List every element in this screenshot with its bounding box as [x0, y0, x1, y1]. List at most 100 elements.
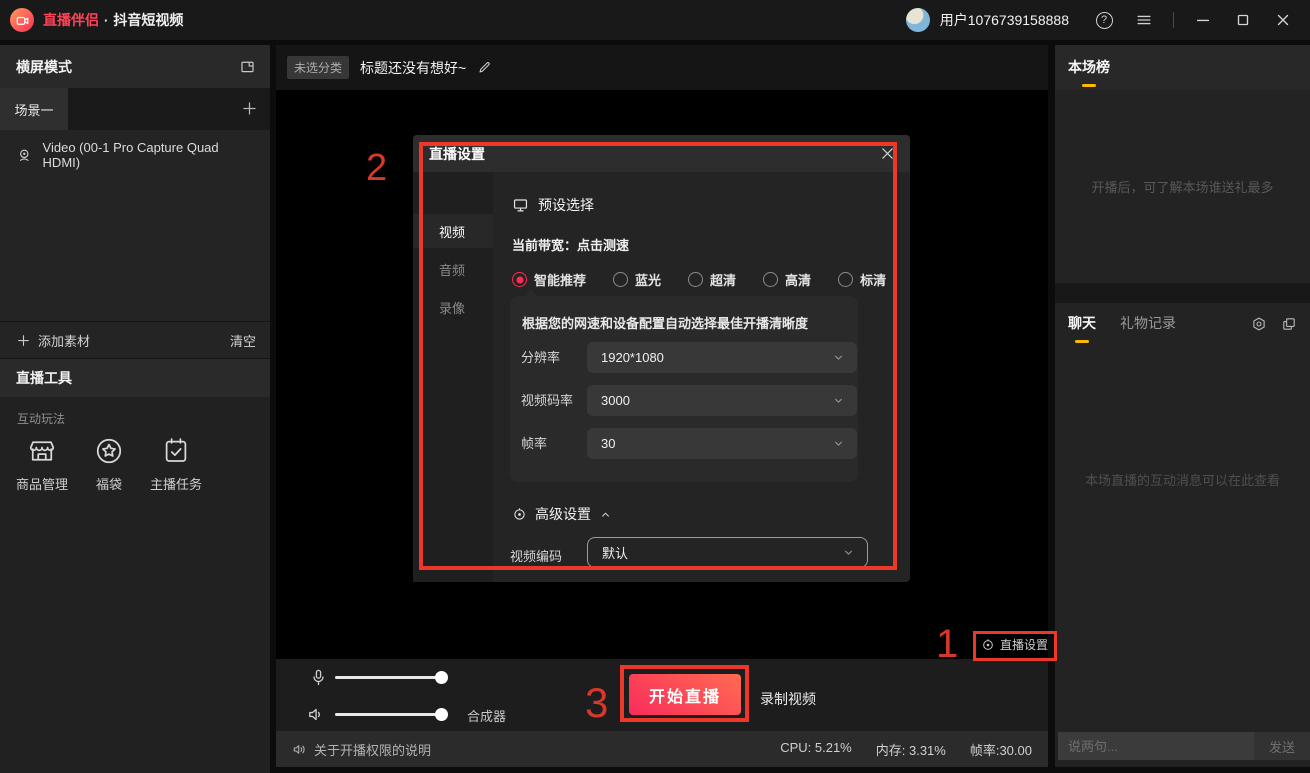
add-material-button[interactable]: 添加素材 [16, 331, 90, 350]
add-scene-icon[interactable] [241, 100, 258, 117]
status-bar: 关于开播权限的说明 CPU: 5.21% 内存: 3.31% 帧率:30.00 [276, 731, 1048, 767]
left-panel: 横屏模式 场景一 Video (00-1 Pro Capture Quad HD… [0, 45, 270, 773]
lucky-bag-icon [94, 436, 124, 466]
dialog-tab-record[interactable]: 录像 [413, 290, 493, 324]
quality-option-hd[interactable]: 高清 [763, 270, 811, 289]
monitor-icon [512, 197, 529, 214]
tab-chat[interactable]: 聊天 [1068, 313, 1096, 335]
username[interactable]: 用户1076739158888 [940, 10, 1069, 30]
tool-goods-management[interactable]: 商品管理 [16, 436, 68, 493]
materials-row: 添加素材 清空 [0, 321, 270, 358]
rank-header: 本场榜 [1055, 45, 1310, 90]
tool-anchor-tasks[interactable]: 主播任务 [150, 436, 202, 493]
scene-tab[interactable]: 场景一 [0, 88, 68, 130]
microphone-icon[interactable] [309, 668, 328, 687]
quality-option-uhd[interactable]: 超清 [688, 270, 736, 289]
mic-volume-thumb[interactable] [435, 671, 448, 684]
send-button[interactable]: 发送 [1254, 732, 1310, 760]
maximize-icon[interactable] [1232, 9, 1254, 31]
rank-empty-text: 开播后，可了解本场谁送礼最多 [1091, 177, 1273, 196]
rotate-screen-icon[interactable] [239, 58, 256, 75]
chat-body: 本场直播的互动消息可以在此查看 [1055, 345, 1310, 732]
user-avatar[interactable] [906, 8, 930, 32]
chevron-down-icon [832, 394, 845, 407]
quality-option-bluray[interactable]: 蓝光 [613, 270, 661, 289]
screen-mode-header: 横屏模式 [0, 45, 270, 88]
preset-section-header: 预设选择 [512, 195, 594, 215]
framerate-select[interactable]: 30 [587, 428, 857, 459]
output-volume-slider[interactable] [335, 713, 445, 716]
start-live-button[interactable]: 开始直播 [629, 674, 741, 715]
quality-option-smart[interactable]: 智能推荐 [512, 270, 586, 289]
source-item-label: Video (00-1 Pro Capture Quad HDMI) [43, 140, 254, 170]
tool-lucky-bag[interactable]: 福袋 [94, 436, 124, 493]
performance-stats: CPU: 5.21% 内存: 3.31% 帧率:30.00 [780, 740, 1032, 759]
fps-stat: 帧率:30.00 [970, 740, 1032, 759]
announce-icon [292, 742, 307, 757]
chat-settings-icon[interactable] [1251, 316, 1267, 332]
source-item-video[interactable]: Video (00-1 Pro Capture Quad HDMI) [0, 130, 270, 180]
app-logo-icon [10, 8, 34, 32]
live-settings-button[interactable]: 直播设置 [981, 636, 1048, 653]
quality-option-sd[interactable]: 标清 [838, 270, 886, 289]
help-icon[interactable]: ? [1093, 9, 1115, 31]
app-name-separator: · [104, 13, 108, 28]
speed-test-link[interactable]: 点击测速 [577, 238, 629, 253]
tab-gift-record[interactable]: 礼物记录 [1120, 313, 1176, 335]
live-settings-label: 直播设置 [1000, 636, 1048, 653]
edit-title-icon[interactable] [477, 60, 492, 75]
encoder-label: 视频编码 [510, 546, 562, 565]
app-name: 直播伴侣 [43, 10, 99, 30]
tool-label: 福袋 [96, 474, 122, 493]
menu-icon[interactable] [1133, 9, 1155, 31]
memory-stat: 内存: 3.31% [876, 740, 946, 759]
radio-icon [613, 272, 628, 287]
titlebar-divider [1173, 12, 1174, 28]
right-panel-divider [1055, 283, 1310, 303]
live-settings-dialog: 直播设置 视频 音频 录像 预设选择 当前带宽：点击测速 智能推荐 蓝光 超清 … [413, 135, 910, 582]
chevron-up-icon [599, 508, 612, 521]
advanced-settings-toggle[interactable]: 高级设置 [512, 504, 612, 524]
encoder-select[interactable]: 默认 [587, 537, 868, 568]
bitrate-value: 3000 [601, 393, 630, 408]
right-panel: 本场榜 开播后，可了解本场谁送礼最多 聊天 礼物记录 本场直播的互动消息可以在此… [1055, 45, 1310, 767]
live-tools-title: 直播工具 [16, 368, 72, 388]
speaker-icon[interactable] [306, 705, 325, 724]
app-suffix: 抖音短视频 [113, 10, 183, 30]
mic-volume-slider[interactable] [335, 676, 445, 679]
framerate-value: 30 [601, 436, 615, 451]
clear-button[interactable]: 清空 [230, 331, 256, 350]
dialog-tab-audio[interactable]: 音频 [413, 252, 493, 286]
radio-icon [688, 272, 703, 287]
bandwidth-label: 当前带宽： [512, 238, 577, 253]
radio-icon [512, 272, 527, 287]
dialog-tab-video[interactable]: 视频 [413, 214, 493, 248]
source-list: Video (00-1 Pro Capture Quad HDMI) [0, 130, 270, 321]
output-volume-thumb[interactable] [435, 708, 448, 721]
gear-icon [512, 507, 527, 522]
chevron-down-icon [832, 437, 845, 450]
chevron-down-icon [832, 351, 845, 364]
scene-tabstrip: 场景一 [0, 88, 270, 130]
record-video-button[interactable]: 录制视频 [760, 689, 816, 709]
chat-tabstrip: 聊天 礼物记录 [1055, 303, 1310, 345]
tab-session-rank[interactable]: 本场榜 [1068, 57, 1110, 79]
minimize-icon[interactable] [1192, 9, 1214, 31]
dialog-close-icon[interactable] [879, 145, 896, 162]
mixer-label[interactable]: 合成器 [467, 706, 506, 725]
framerate-label: 帧率 [521, 428, 547, 459]
cpu-stat: CPU: 5.21% [780, 740, 852, 759]
advanced-settings-label: 高级设置 [535, 504, 591, 524]
bitrate-select[interactable]: 3000 [587, 385, 857, 416]
permission-note-link[interactable]: 关于开播权限的说明 [292, 740, 431, 759]
chat-input[interactable] [1058, 732, 1254, 760]
resolution-select[interactable]: 1920*1080 [587, 342, 857, 373]
chevron-down-icon [842, 546, 855, 559]
gear-icon [981, 638, 995, 652]
close-icon[interactable] [1272, 9, 1294, 31]
chat-empty-text: 本场直播的互动消息可以在此查看 [1055, 470, 1310, 489]
popout-icon[interactable] [1281, 316, 1297, 332]
category-badge[interactable]: 未选分类 [287, 56, 349, 79]
titlebar-right: 用户1076739158888 ? [906, 8, 1294, 32]
screen-mode-title: 横屏模式 [16, 57, 72, 77]
